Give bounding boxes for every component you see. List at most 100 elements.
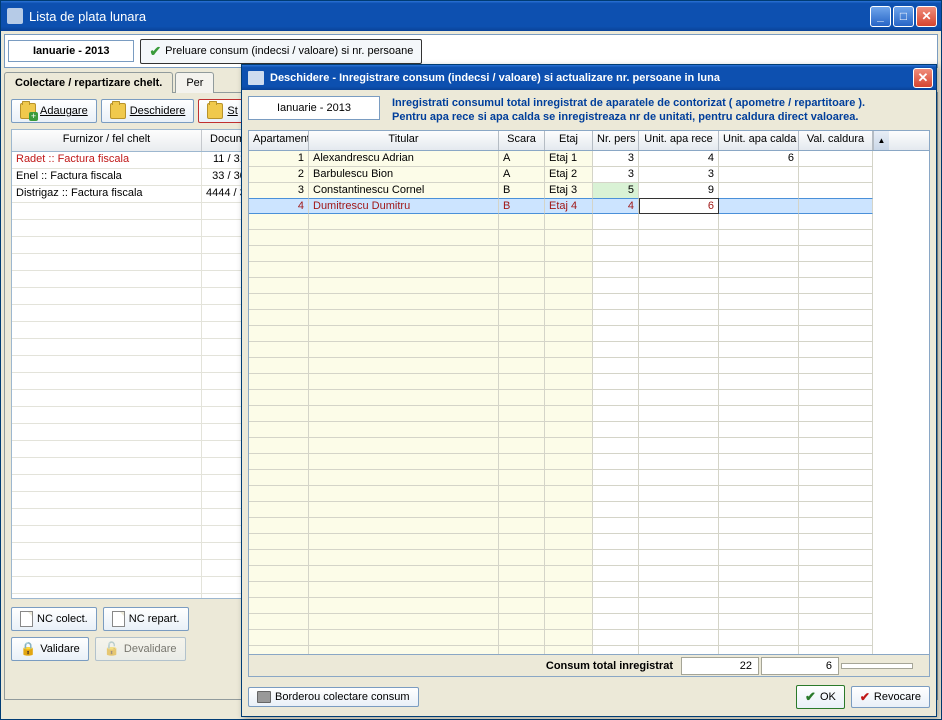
cell-apa-calda[interactable] [719, 183, 799, 199]
table-row[interactable]: 1Alexandrescu AdrianAEtaj 1346 [249, 151, 929, 167]
month-selector[interactable]: Ianuarie - 2013 [8, 40, 134, 62]
cell-nr-pers[interactable]: 3 [593, 167, 639, 183]
table-row[interactable]: 2Barbulescu BionAEtaj 233 [249, 167, 929, 183]
col-apa-calda[interactable]: Unit. apa calda [719, 131, 799, 150]
consum-dialog: Deschidere - Inregistrare consum (indecs… [241, 64, 937, 717]
empty-row [249, 582, 929, 598]
validare-button[interactable]: 🔒 Validare [11, 637, 89, 661]
empty-row [249, 390, 929, 406]
empty-row [249, 246, 929, 262]
cell-apa-rece[interactable]: 9 [639, 183, 719, 199]
col-etaj[interactable]: Etaj [545, 131, 593, 150]
dialog-titlebar[interactable]: Deschidere - Inregistrare consum (indecs… [242, 65, 936, 90]
nc-repart-label: NC repart. [129, 613, 180, 625]
cell-apa-rece[interactable]: 3 [639, 167, 719, 183]
cell-ap: 4 [249, 198, 309, 214]
st-button[interactable]: St [198, 99, 246, 123]
dialog-month[interactable]: Ianuarie - 2013 [248, 96, 380, 120]
cancel-icon: ✔ [860, 690, 870, 704]
revocare-button[interactable]: ✔ Revocare [851, 686, 930, 708]
cell-apa-calda[interactable]: 6 [719, 151, 799, 167]
empty-row [249, 486, 929, 502]
main-titlebar[interactable]: Lista de plata lunara _ □ ✕ [1, 1, 941, 31]
col-titular[interactable]: Titular [309, 131, 499, 150]
instruction-line2: Pentru apa rece si apa calda se inregist… [392, 110, 865, 124]
dialog-header-row: Ianuarie - 2013 Inregistrati consumul to… [248, 96, 930, 124]
ok-button[interactable]: ✔ OK [796, 685, 845, 709]
cell-apa-calda[interactable] [719, 198, 799, 214]
nc-repart-button[interactable]: NC repart. [103, 607, 189, 631]
col-scara[interactable]: Scara [499, 131, 545, 150]
totals-label: Consum total inregistrat [546, 660, 681, 672]
deschidere-button[interactable]: Deschidere [101, 99, 195, 123]
cell-ap: 3 [249, 183, 309, 199]
cell-furnizor: Enel :: Factura fiscala [12, 169, 202, 185]
cell-apa-rece[interactable]: 6 [639, 198, 719, 214]
empty-row [249, 310, 929, 326]
folder-add-icon [20, 103, 36, 119]
empty-row [249, 566, 929, 582]
dialog-title: Deschidere - Inregistrare consum (indecs… [270, 72, 913, 84]
cell-val-caldura[interactable] [799, 151, 873, 167]
dialog-icon [248, 71, 264, 85]
col-apartament[interactable]: Apartament [249, 131, 309, 150]
preluare-consum-button[interactable]: ✔ Preluare consum (indecsi / valoare) si… [140, 39, 422, 64]
check-icon: ✔ [149, 43, 161, 60]
ok-label: OK [820, 691, 836, 703]
dialog-grid[interactable]: Apartament Titular Scara Etaj Nr. pers U… [248, 130, 930, 677]
cell-apa-calda[interactable] [719, 167, 799, 183]
scroll-up-button[interactable]: ▲ [873, 131, 889, 150]
total-apa-rece: 22 [681, 657, 759, 675]
devalidare-button: 🔓 Devalidare [95, 637, 186, 661]
empty-row [249, 630, 929, 646]
col-val-caldura[interactable]: Val. caldura [799, 131, 873, 150]
cell-val-caldura[interactable] [799, 183, 873, 199]
nc-colect-button[interactable]: NC colect. [11, 607, 97, 631]
table-row[interactable]: 3Constantinescu CornelBEtaj 359 [249, 183, 929, 199]
doc-icon [112, 611, 125, 627]
revocare-label: Revocare [874, 691, 921, 703]
deschidere-label: Deschidere [130, 105, 186, 117]
check-icon: ✔ [805, 689, 816, 705]
cell-etaj: Etaj 2 [545, 167, 593, 183]
tab-colectare[interactable]: Colectare / repartizare chelt. [4, 72, 173, 93]
maximize-button[interactable]: □ [893, 6, 914, 27]
tab-per[interactable]: Per [175, 72, 214, 93]
adaugare-button[interactable]: Adaugare [11, 99, 97, 123]
cell-apa-rece[interactable]: 4 [639, 151, 719, 167]
table-row[interactable]: 4Dumitrescu DumitruBEtaj 446 [249, 198, 929, 214]
minimize-button[interactable]: _ [870, 6, 891, 27]
empty-row [249, 406, 929, 422]
borderou-label: Borderou colectare consum [275, 691, 410, 703]
nc-colect-label: NC colect. [37, 613, 88, 625]
folder-icon [207, 103, 223, 119]
cell-val-caldura[interactable] [799, 198, 873, 214]
doc-icon [20, 611, 33, 627]
empty-row [249, 278, 929, 294]
instruction-line1: Inregistrati consumul total inregistrat … [392, 96, 865, 110]
close-button[interactable]: ✕ [916, 6, 937, 27]
cell-val-caldura[interactable] [799, 167, 873, 183]
total-val-caldura [841, 663, 913, 669]
cell-nr-pers[interactable]: 3 [593, 151, 639, 167]
empty-row [249, 422, 929, 438]
cell-etaj: Etaj 1 [545, 151, 593, 167]
dialog-close-button[interactable]: ✕ [913, 68, 933, 88]
empty-row [249, 614, 929, 630]
cell-nr-pers[interactable]: 4 [593, 198, 639, 214]
cell-nr-pers[interactable]: 5 [593, 183, 639, 199]
main-title: Lista de plata lunara [29, 9, 870, 24]
dialog-instruction: Inregistrati consumul total inregistrat … [392, 96, 865, 124]
print-icon [257, 691, 271, 703]
col-nr-pers[interactable]: Nr. pers [593, 131, 639, 150]
borderou-button[interactable]: Borderou colectare consum [248, 687, 419, 707]
dialog-body: Ianuarie - 2013 Inregistrati consumul to… [242, 90, 936, 715]
cell-etaj: Etaj 4 [545, 198, 593, 214]
col-furnizor[interactable]: Furnizor / fel chelt [12, 130, 202, 151]
empty-row [249, 342, 929, 358]
col-apa-rece[interactable]: Unit. apa rece [639, 131, 719, 150]
empty-row [249, 534, 929, 550]
empty-row [249, 294, 929, 310]
empty-row [249, 374, 929, 390]
empty-row [249, 358, 929, 374]
